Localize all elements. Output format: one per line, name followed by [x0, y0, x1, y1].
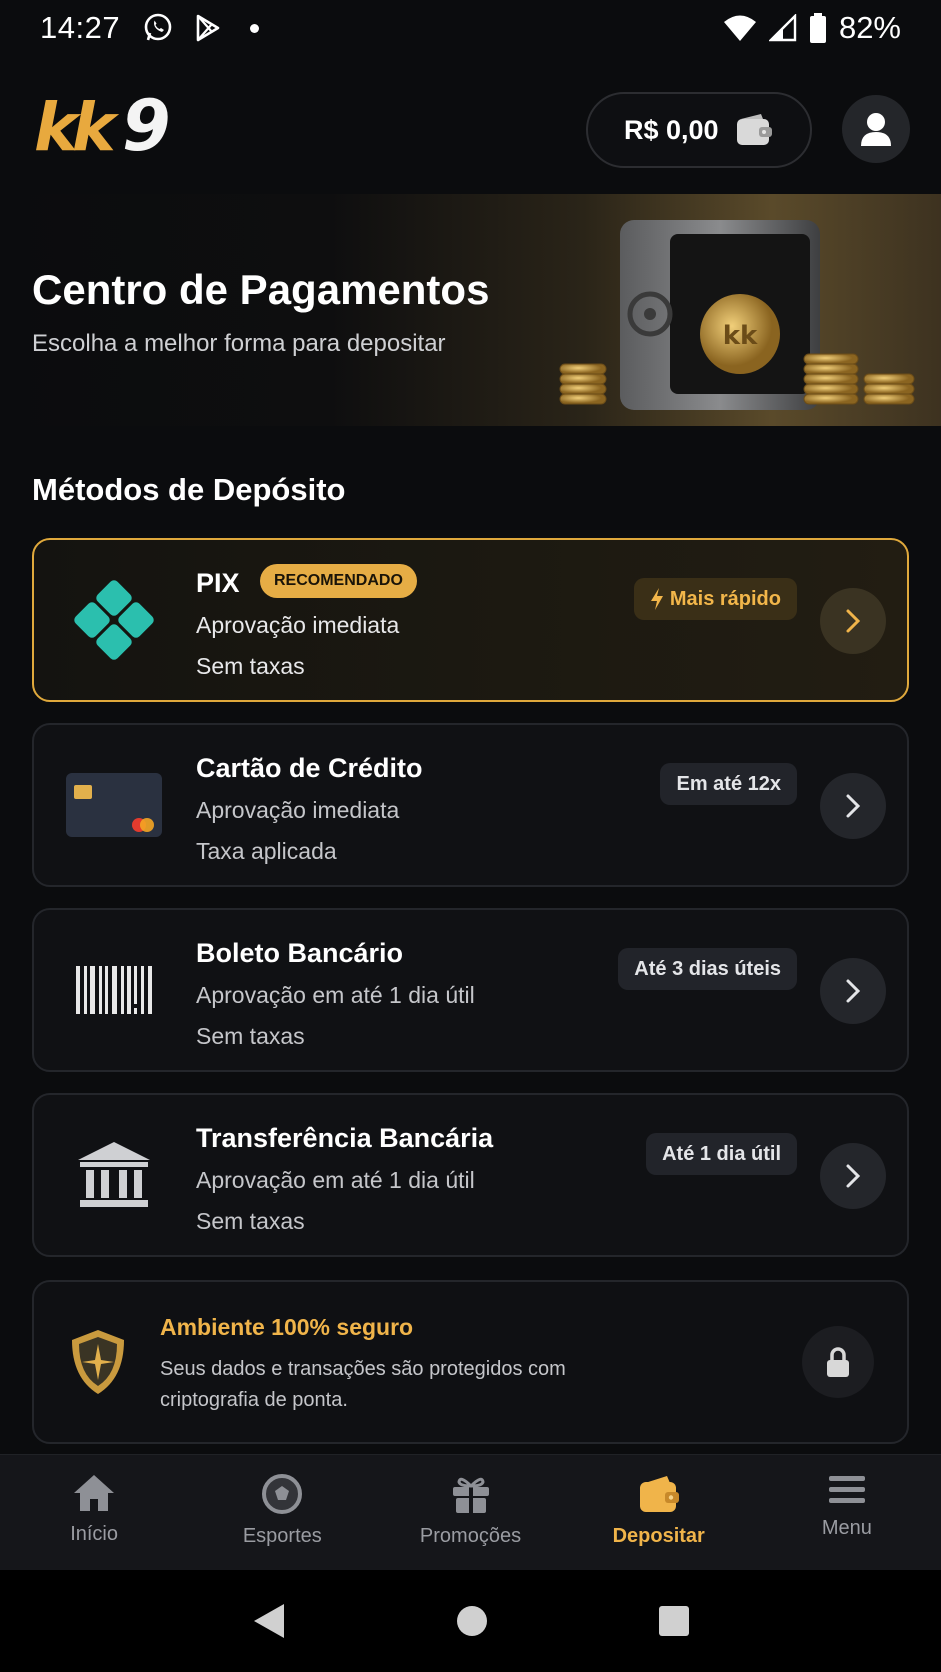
security-title: Ambiente 100% seguro: [160, 1314, 414, 1340]
chevron-right-icon: [846, 609, 861, 633]
barcode-icon: [64, 942, 164, 1038]
home-icon: [74, 1475, 115, 1511]
method-card-pix[interactable]: PIX RECOMENDADO Aprovação imediata Sem t…: [32, 538, 909, 702]
lock-badge: [802, 1326, 874, 1398]
method-fees: Sem taxas: [196, 653, 305, 679]
section-title: Métodos de Depósito: [32, 472, 346, 507]
signal-icon: [768, 14, 797, 42]
app-header: kk 9 R$ 0,00: [0, 84, 941, 174]
svg-text:9: 9: [122, 90, 171, 162]
svg-text:kk: kk: [34, 90, 120, 162]
nav-item-promocoes[interactable]: Promoções: [376, 1455, 564, 1570]
nav-item-esportes[interactable]: Esportes: [188, 1455, 376, 1570]
nav-label: Menu: [821, 1517, 872, 1539]
chevron-right-icon: [846, 794, 861, 818]
method-fees: Taxa aplicada: [196, 838, 337, 864]
method-approval: Aprovação em até 1 dia útil: [196, 1167, 475, 1193]
lightning-icon: [650, 588, 663, 610]
nav-label: Esportes: [242, 1525, 322, 1547]
method-tag: Até 3 dias úteis: [618, 948, 797, 990]
status-bar: 14:27 82%: [0, 0, 941, 56]
wallet-icon: [736, 114, 772, 145]
method-tag-label: Até 3 dias úteis: [634, 957, 781, 980]
back-icon[interactable]: [252, 1602, 286, 1640]
credit-card-icon: [64, 757, 164, 853]
method-tag: Em até 12x: [660, 763, 797, 805]
nav-item-menu[interactable]: Menu: [753, 1455, 941, 1570]
method-card-transfer[interactable]: Transferência Bancária Aprovação em até …: [32, 1093, 909, 1257]
battery-icon: [809, 13, 826, 43]
recommended-badge: RECOMENDADO: [260, 564, 417, 598]
whatsapp-icon: [144, 13, 172, 41]
system-nav-bar: [0, 1570, 941, 1672]
balance-amount: R$ 0,00: [624, 114, 719, 145]
method-tag: Até 1 dia útil: [646, 1133, 797, 1175]
credit-select-button[interactable]: [820, 773, 886, 839]
status-time: 14:27: [40, 10, 121, 45]
nav-label: Depositar: [612, 1525, 705, 1547]
method-tag-label: Em até 12x: [676, 772, 781, 795]
method-tag: Mais rápido: [633, 578, 797, 620]
page-title: Centro de Pagamentos: [32, 266, 490, 313]
boleto-select-button[interactable]: [820, 958, 886, 1024]
page-subtitle: Escolha a melhor forma para depositar: [32, 330, 446, 357]
wallet-icon: [639, 1476, 679, 1512]
chevron-right-icon: [846, 1164, 861, 1188]
profile-button[interactable]: [842, 95, 910, 163]
method-fees: Sem taxas: [196, 1208, 305, 1234]
chevron-right-icon: [846, 979, 861, 1003]
svg-text:kk: kk: [723, 321, 758, 351]
bank-icon: [64, 1127, 164, 1223]
safe-illustration: kk: [559, 220, 915, 410]
balance-button[interactable]: R$ 0,00: [586, 92, 812, 168]
method-approval: Aprovação imediata: [196, 797, 400, 823]
method-name: Boleto Bancário: [196, 938, 404, 968]
security-notice: Ambiente 100% seguro Seus dados e transa…: [32, 1280, 909, 1444]
battery-level: 82%: [838, 10, 901, 45]
bottom-nav: Início Esportes Promoções Depositar Menu: [0, 1454, 941, 1570]
method-tag-label: Mais rápido: [669, 587, 781, 610]
play-store-icon: [196, 14, 220, 42]
method-fees: Sem taxas: [196, 1023, 305, 1049]
home-circle-icon[interactable]: [456, 1605, 488, 1637]
method-name: PIX: [196, 568, 240, 598]
security-description: Seus dados e transações são protegidos c…: [160, 1358, 566, 1411]
recents-icon[interactable]: [658, 1605, 690, 1637]
notification-dot-icon: [250, 23, 260, 33]
payments-banner: Centro de Pagamentos Escolha a melhor fo…: [0, 194, 941, 426]
method-approval: Aprovação em até 1 dia útil: [196, 982, 475, 1008]
lock-icon: [827, 1347, 849, 1377]
wifi-icon: [723, 15, 756, 41]
method-card-credit[interactable]: Cartão de Crédito Aprovação imediata Tax…: [32, 723, 909, 887]
gift-icon: [452, 1477, 489, 1513]
method-name: Transferência Bancária: [196, 1123, 494, 1153]
shield-icon: [72, 1330, 124, 1394]
soccer-ball-icon: [262, 1474, 303, 1514]
method-tag-label: Até 1 dia útil: [662, 1142, 781, 1165]
nav-item-inicio[interactable]: Início: [0, 1455, 188, 1570]
method-name: Cartão de Crédito: [196, 753, 423, 783]
method-approval: Aprovação imediata: [196, 612, 400, 638]
pix-select-button[interactable]: [820, 588, 886, 654]
menu-icon: [828, 1476, 865, 1503]
method-card-boleto[interactable]: Boleto Bancário Aprovação em até 1 dia ú…: [32, 908, 909, 1072]
kk9-logo[interactable]: kk 9: [34, 90, 184, 162]
transfer-select-button[interactable]: [820, 1143, 886, 1209]
nav-item-depositar[interactable]: Depositar: [565, 1455, 753, 1570]
nav-label: Promoções: [419, 1525, 522, 1547]
user-icon: [861, 113, 891, 146]
nav-label: Início: [70, 1523, 118, 1545]
pix-icon: [64, 572, 164, 668]
